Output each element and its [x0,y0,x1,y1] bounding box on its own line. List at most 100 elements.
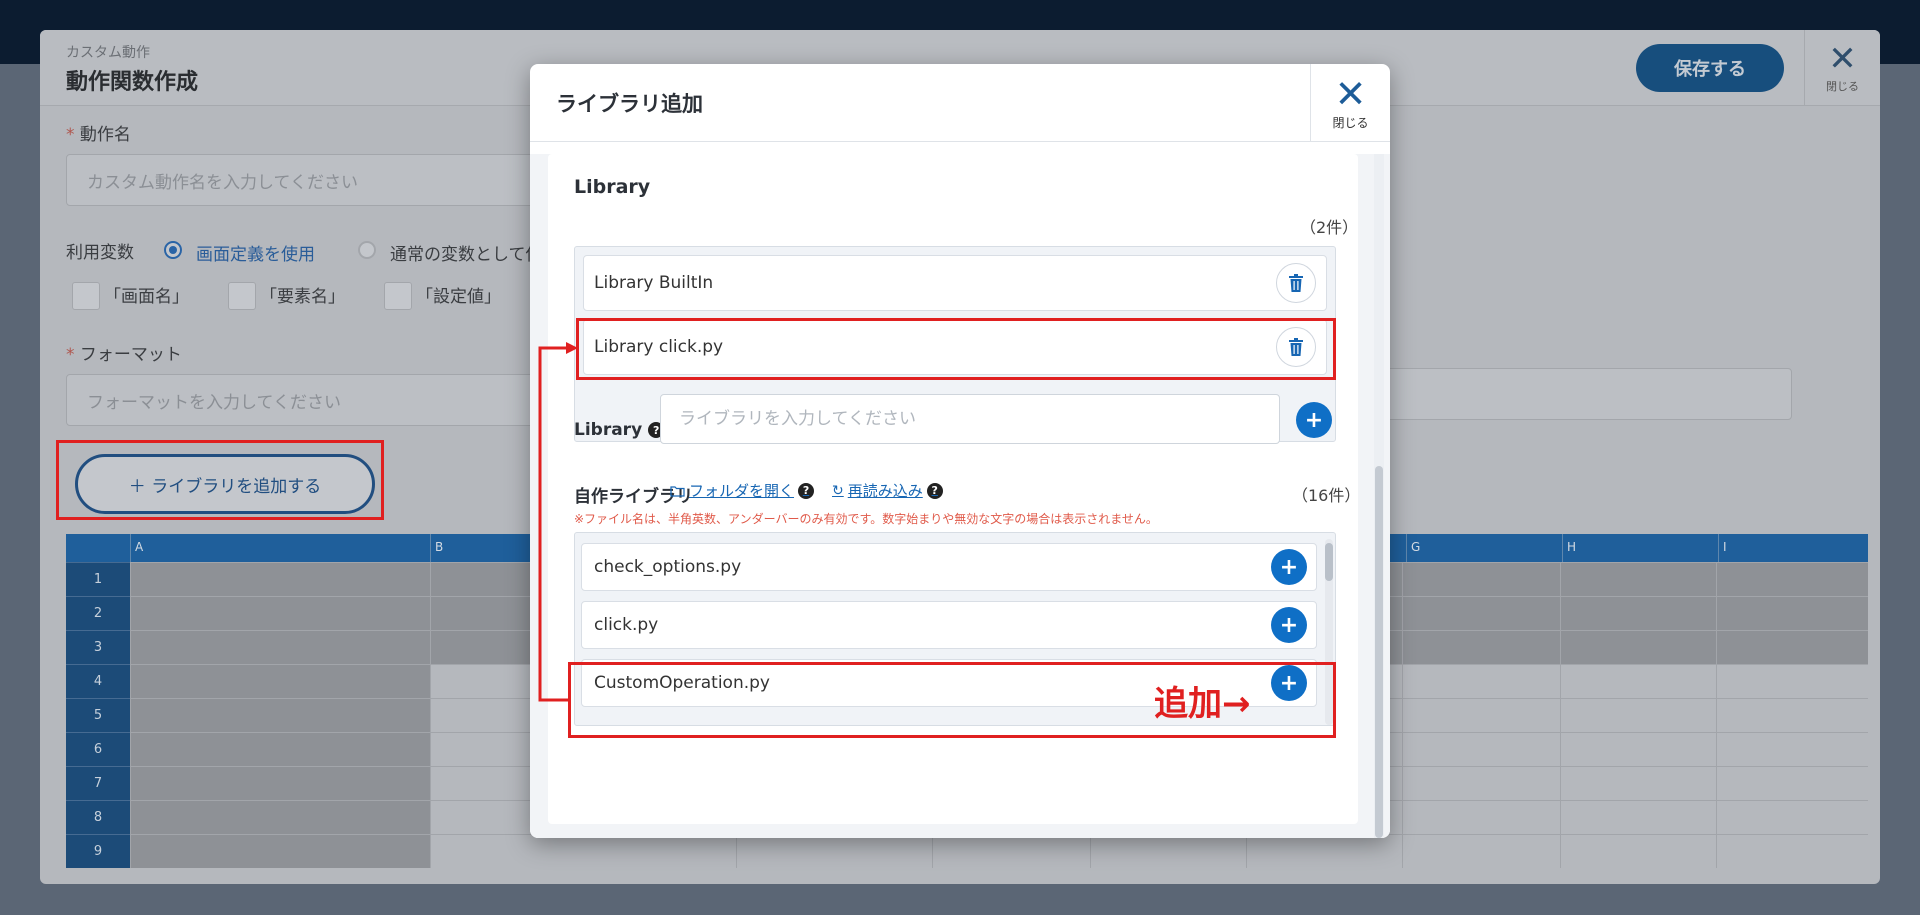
grid-cell[interactable] [1090,834,1246,868]
grid-cell[interactable] [130,766,430,800]
grid-cell[interactable] [1560,732,1716,766]
dialog-header: ライブラリ追加 ✕ 閉じる [530,64,1390,142]
check-element-name[interactable] [228,282,256,310]
grid-cell[interactable] [130,834,430,868]
plus-icon: + [1279,612,1299,638]
format-label: フォーマット [66,340,182,365]
grid-cell[interactable] [1716,834,1868,868]
grid-row-header: 4 [66,664,130,698]
radio-normal-var-label: 通常の変数として使 [390,245,543,265]
grid-cell[interactable] [1560,800,1716,834]
format-input-right[interactable] [1380,368,1792,420]
own-library-item: click.py [581,601,1317,649]
grid-cell[interactable] [130,596,430,630]
grid-cell[interactable] [130,562,430,596]
grid-cell[interactable] [1402,800,1560,834]
highlight-add-library [56,440,384,520]
grid-cell[interactable] [1402,698,1560,732]
library-item: Library BuiltIn [583,255,1327,311]
grid-cell[interactable] [1716,630,1868,664]
grid-cell[interactable] [1560,698,1716,732]
format-input[interactable]: フォーマットを入力してください [66,374,536,426]
grid-cell[interactable] [130,800,430,834]
grid-cell[interactable] [1716,698,1868,732]
help-icon[interactable]: ? [926,482,943,499]
grid-row-header: 8 [66,800,130,834]
grid-cell[interactable] [1402,596,1560,630]
radio-screen-def-label: 画面定義を使用 [196,245,315,265]
grid-cell[interactable] [1560,766,1716,800]
dialog-close-button[interactable]: ✕ 閉じる [1310,64,1390,142]
dialog-scrollbar[interactable] [1374,154,1384,838]
grid-column-header: G [1406,534,1556,562]
grid-row-header: 6 [66,732,130,766]
grid-row-header: 2 [66,596,130,630]
add-own-library-button[interactable]: + [1271,549,1307,585]
highlight-added-library [576,318,1336,380]
radio-normal-var[interactable] [358,241,376,259]
library-item-label: Library BuiltIn [594,273,714,293]
library-section-title: Library [574,176,651,198]
grid-row-header: 3 [66,630,130,664]
grid-cell[interactable] [1716,562,1868,596]
grid-cell[interactable] [1716,800,1868,834]
variables-label: 利用変数 [66,243,134,263]
panel-close-button[interactable]: ✕ 閉じる [1804,30,1880,106]
grid-cell[interactable] [1402,562,1560,596]
dialog-scrollbar-thumb[interactable] [1375,466,1383,838]
grid-cell[interactable] [1402,834,1560,868]
library-input[interactable] [660,394,1280,444]
trash-icon [1289,274,1303,292]
grid-cell[interactable] [1560,664,1716,698]
grid-row-header: 5 [66,698,130,732]
open-folder-label: フォルダを開く [689,482,795,500]
grid-column-header: A [130,534,280,562]
grid-cell[interactable] [1402,630,1560,664]
grid-cell[interactable] [1402,766,1560,800]
dialog-title: ライブラリ追加 [556,92,703,116]
library-input-label-text: Library [574,420,643,440]
delete-library-button[interactable] [1276,263,1316,303]
grid-row-header: 9 [66,834,130,868]
own-library-item-label: check_options.py [594,557,742,577]
action-name-input[interactable]: カスタム動作名を入力してください [66,154,536,206]
grid-cell[interactable] [932,834,1090,868]
grid-cell[interactable] [130,698,430,732]
grid-cell[interactable] [130,664,430,698]
check-screen-name-label: 「画面名」 [104,287,189,307]
reload-label: 再読み込み [847,482,923,500]
grid-cell[interactable] [1716,596,1868,630]
grid-cell[interactable] [1560,562,1716,596]
check-setting-value[interactable] [384,282,412,310]
grid-column-header: H [1562,534,1712,562]
check-screen-name[interactable] [72,282,100,310]
radio-screen-def[interactable] [164,241,182,259]
grid-cell[interactable] [130,732,430,766]
own-library-warning: ※ファイル名は、半角英数、アンダーバーのみ有効です。数字始まりや無効な文字の場合… [574,512,1158,526]
reload-link[interactable]: ↻ 再読み込み ? [832,480,943,501]
grid-cell[interactable] [1716,664,1868,698]
plus-icon: + [1279,554,1299,580]
grid-cell[interactable] [1560,834,1716,868]
grid-cell[interactable] [430,834,736,868]
grid-cell[interactable] [130,630,430,664]
grid-cell[interactable] [1716,732,1868,766]
own-library-scrollbar-thumb[interactable] [1325,543,1333,581]
add-own-library-button[interactable]: + [1271,607,1307,643]
grid-cell[interactable] [1560,630,1716,664]
grid-cell[interactable] [1246,834,1402,868]
grid-cell[interactable] [736,834,932,868]
panel-close-label: 閉じる [1826,80,1859,93]
library-count: （2件） [1300,218,1359,237]
library-input-label: Library ? [574,420,665,440]
grid-cell[interactable] [1402,732,1560,766]
open-folder-link[interactable]: フォルダを開く ? [670,480,815,501]
grid-cell[interactable] [1716,766,1868,800]
help-icon[interactable]: ? [798,482,815,499]
grid-row-header: 1 [66,562,130,596]
grid-cell[interactable] [1402,664,1560,698]
add-library-input-button[interactable]: + [1296,402,1332,438]
breadcrumb: カスタム動作 [66,45,150,61]
grid-cell[interactable] [1560,596,1716,630]
save-button[interactable]: 保存する [1636,44,1784,92]
